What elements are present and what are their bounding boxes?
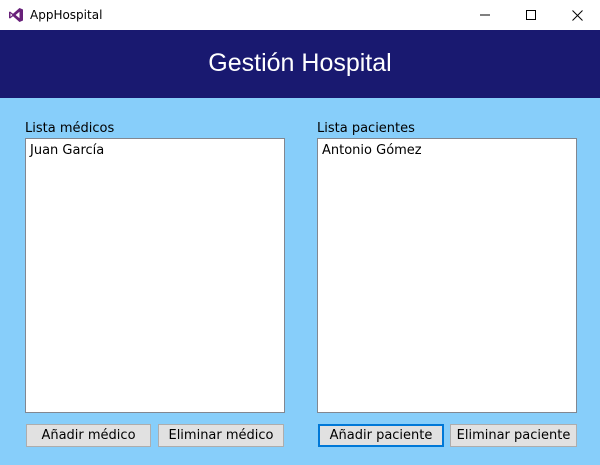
- maximize-button[interactable]: [508, 0, 554, 30]
- page-title: Gestión Hospital: [208, 49, 392, 77]
- visual-studio-icon: [8, 7, 24, 23]
- doctors-list-label: Lista médicos: [25, 121, 115, 136]
- add-doctor-button[interactable]: Añadir médico: [26, 424, 151, 447]
- window-titlebar[interactable]: AppHospital: [0, 0, 600, 30]
- add-patient-button[interactable]: Añadir paciente: [318, 424, 444, 447]
- minimize-button[interactable]: [462, 0, 508, 30]
- doctor-list-item[interactable]: Juan García: [30, 143, 104, 158]
- close-button[interactable]: [554, 0, 600, 30]
- patients-listbox[interactable]: Antonio Gómez: [317, 138, 577, 413]
- close-icon: [571, 9, 583, 21]
- maximize-icon: [526, 10, 536, 20]
- minimize-icon: [480, 14, 490, 16]
- patient-list-item[interactable]: Antonio Gómez: [322, 143, 422, 158]
- remove-patient-button[interactable]: Eliminar paciente: [450, 424, 577, 447]
- patients-list-label: Lista pacientes: [317, 121, 415, 136]
- window-title: AppHospital: [30, 8, 103, 22]
- header-banner: Gestión Hospital: [0, 30, 600, 98]
- doctors-listbox[interactable]: Juan García: [25, 138, 285, 413]
- main-content: Lista médicos Juan García Añadir médico …: [0, 98, 600, 465]
- remove-doctor-button[interactable]: Eliminar médico: [158, 424, 284, 447]
